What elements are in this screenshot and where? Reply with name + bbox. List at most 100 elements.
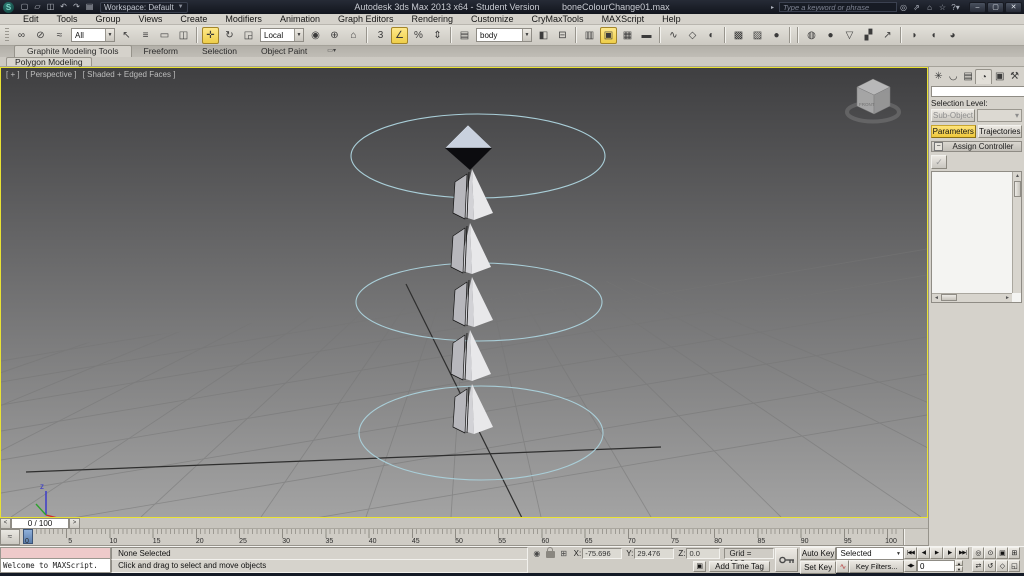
zoom-icon[interactable]: ◎ [972, 547, 985, 559]
assign-controller-button[interactable]: ✓ [931, 155, 947, 169]
search-input[interactable] [779, 2, 897, 12]
new-scene-icon[interactable]: ▢ [18, 1, 31, 13]
render-teapot-b-icon[interactable]: ◖ [925, 27, 942, 44]
create-tab[interactable]: ✳ [931, 69, 946, 84]
material-sphere-icon[interactable]: ● [822, 27, 839, 44]
select-and-scale-icon[interactable]: ◲ [240, 27, 257, 44]
viewport-pov-menu[interactable]: [ Perspective ] [26, 70, 77, 79]
maxscript-output-line[interactable]: Welcome to MAXScript. [0, 559, 112, 573]
zoom-extents-icon[interactable]: ▣ [996, 547, 1009, 559]
vertical-scrollbar[interactable]: ▲ [1012, 172, 1021, 293]
render-globe-icon[interactable]: ◍ [803, 27, 820, 44]
menu-maxscript[interactable]: MAXScript [593, 14, 654, 25]
menu-rendering[interactable]: Rendering [403, 14, 463, 25]
render-to-texture-icon[interactable]: ▽ [841, 27, 858, 44]
viewport-general-menu[interactable]: [ + ] [6, 70, 20, 79]
menu-tools[interactable]: Tools [48, 14, 87, 25]
align-icon[interactable]: ⊟ [554, 27, 571, 44]
menu-modifiers[interactable]: Modifiers [216, 14, 271, 25]
menu-animation[interactable]: Animation [271, 14, 329, 25]
menu-create[interactable]: Create [171, 14, 216, 25]
reference-coordinate-system-dropdown[interactable]: Local ▼ [260, 28, 304, 42]
menu-edit[interactable]: Edit [14, 14, 48, 25]
key-mode-toggle-icon[interactable]: ◀▶ [903, 560, 917, 572]
field-of-view-icon[interactable]: ◇ [996, 560, 1009, 572]
frame-spinner[interactable]: ▲ ▼ [954, 560, 963, 573]
scrollbar-thumb[interactable] [1013, 181, 1021, 197]
percent-snap-toggle-icon[interactable]: % [410, 27, 427, 44]
object-name-field[interactable] [931, 86, 1024, 97]
named-selection-sets-dropdown[interactable]: body ▼ [476, 28, 532, 42]
previous-frame-arrow[interactable]: < [0, 517, 11, 529]
manage-layers-icon[interactable]: ▥ [581, 27, 598, 44]
adaptive-degradation-icon[interactable]: ◉ [531, 549, 543, 558]
sub-object-button[interactable]: Sub-Object [931, 109, 975, 122]
time-slider-track[interactable]: < 0 / 100 > [0, 517, 928, 529]
ribbon-tab-graphite-modeling-tools[interactable]: Graphite Modeling Tools [14, 45, 132, 57]
key-filters-button[interactable]: Key Filters... [849, 560, 904, 573]
pan-view-icon[interactable]: ⇄ [972, 560, 985, 572]
help-button[interactable]: ?▾ [949, 3, 962, 12]
menu-views[interactable]: Views [130, 14, 172, 25]
ribbon-tab-selection[interactable]: Selection [190, 46, 249, 57]
menu-group[interactable]: Group [87, 14, 130, 25]
edit-named-selection-sets-icon[interactable]: ▤ [456, 27, 473, 44]
next-frame-arrow[interactable]: > [69, 517, 80, 529]
maxscript-input-line[interactable] [0, 547, 112, 559]
z-coordinate-field[interactable] [686, 548, 721, 559]
zoom-extents-all-icon[interactable]: ⊞ [1008, 547, 1021, 559]
project-folder-icon[interactable]: ▤ [83, 1, 96, 13]
timeline-ruler[interactable]: 0 5 10 15 20 25 30 35 40 45 50 55 60 65 70 75 80 85 90 95 10… [23, 529, 899, 545]
menu-customize[interactable]: Customize [462, 14, 523, 25]
zoom-all-icon[interactable]: ⊙ [984, 547, 997, 559]
select-and-manipulate-icon[interactable]: ⊕ [326, 27, 343, 44]
search-flyout-icon[interactable]: ▸ [766, 4, 779, 11]
select-by-name-icon[interactable]: ≡ [137, 27, 154, 44]
render-teapot-a-icon[interactable]: ◗ [906, 27, 923, 44]
scroll-up-icon[interactable]: ▲ [1013, 172, 1022, 181]
viewport-shading-menu[interactable]: [ Shaded + Edged Faces ] [83, 70, 176, 79]
next-frame-icon[interactable]: |▶ [942, 547, 956, 559]
select-and-move-icon[interactable]: ✛ [202, 26, 219, 44]
scrollbar-thumb[interactable] [941, 294, 957, 301]
selection-lock-icon[interactable] [545, 547, 555, 558]
select-and-link-icon[interactable]: ∞ [13, 27, 30, 44]
select-object-icon[interactable]: ↖ [118, 27, 135, 44]
modify-tab[interactable]: ◡ [946, 69, 961, 84]
time-slider-frame-indicator[interactable]: 0 / 100 [11, 517, 69, 529]
undo-icon[interactable]: ↶ [57, 1, 70, 13]
render-production-icon[interactable]: ● [768, 27, 785, 44]
add-time-tag-button[interactable]: Add Time Tag [709, 561, 770, 572]
material-editor-icon[interactable]: ◐ [703, 27, 720, 44]
maximize-viewport-toggle-icon[interactable]: ◱ [1008, 560, 1021, 572]
keyboard-shortcut-override-icon[interactable]: ⌂ [345, 27, 362, 44]
restore-button[interactable]: ▢ [987, 1, 1004, 13]
minimize-button[interactable]: – [969, 1, 986, 13]
motion-tab[interactable]: ◔ [975, 68, 993, 84]
schematic-view-icon[interactable]: ◇ [684, 27, 701, 44]
select-and-rotate-icon[interactable]: ↻ [221, 27, 238, 44]
spinner-down-icon[interactable]: ▼ [954, 566, 963, 572]
scroll-left-icon[interactable]: ◄ [932, 294, 941, 303]
favorites-icon[interactable]: ☆ [936, 3, 949, 12]
mirror-icon[interactable]: ◧ [535, 27, 552, 44]
perspective-viewport[interactable]: FRONT z x [ + ] [ Perspective ] [ Shaded… [0, 67, 928, 518]
use-pivot-point-center-icon[interactable]: ◉ [307, 27, 324, 44]
application-menu-button[interactable]: S [3, 1, 14, 13]
selection-filter-dropdown[interactable]: All ▼ [71, 28, 115, 42]
scroll-right-icon[interactable]: ► [1003, 294, 1012, 303]
redo-icon[interactable]: ↷ [70, 1, 83, 13]
ribbon-overflow-icon[interactable]: ▭▾ [327, 46, 336, 57]
isolate-selection-toggle-icon[interactable]: ▣ [693, 561, 707, 572]
open-file-icon[interactable]: ▱ [31, 1, 44, 13]
render-teapot-c-icon[interactable]: ◕ [944, 27, 961, 44]
spinner-snap-toggle-icon[interactable]: ⇕ [429, 27, 446, 44]
go-to-end-icon[interactable]: ▶▶| [955, 547, 969, 559]
menu-graph-editors[interactable]: Graph Editors [329, 14, 403, 25]
trajectories-button[interactable]: Trajectories [977, 125, 1022, 138]
utilities-tab[interactable]: ⚒ [1007, 69, 1022, 84]
maxscript-mini-listener[interactable]: Welcome to MAXScript. [0, 547, 112, 573]
rectangular-selection-region-icon[interactable]: ▭ [156, 27, 173, 44]
unlink-selection-icon[interactable]: ⊘ [32, 27, 49, 44]
ribbon-tab-freeform[interactable]: Freeform [132, 46, 190, 57]
